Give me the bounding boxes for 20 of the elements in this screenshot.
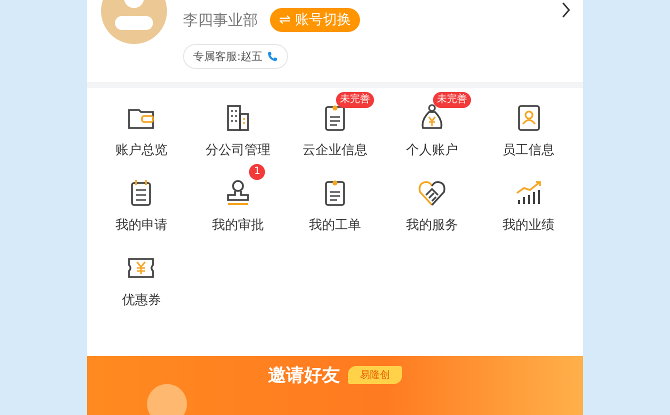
menu-item[interactable]: 分公司管理	[190, 88, 287, 159]
phone-icon	[266, 51, 278, 62]
menu-item[interactable]: 我的工单	[286, 163, 384, 234]
menu-item[interactable]: 未完善 个人账户	[383, 88, 480, 159]
status-badge: 未完善	[432, 92, 471, 108]
menu-item[interactable]: 员工信息	[480, 88, 577, 159]
menu-item[interactable]: 优惠券	[93, 238, 190, 309]
status-badge: 未完善	[336, 92, 374, 108]
menu-item[interactable]: 我的申请	[93, 163, 190, 234]
banner-title: 邀请好友	[268, 364, 340, 387]
chevron-right-icon[interactable]	[561, 2, 571, 18]
menu-item[interactable]: 账户总览	[93, 88, 190, 159]
customer-service-pill[interactable]: 专属客服:赵五	[183, 44, 288, 69]
menu-item[interactable]: 1 我的审批	[190, 163, 287, 234]
banner-tag: 易隆创	[348, 366, 402, 384]
menu-item[interactable]: 我的服务	[383, 163, 480, 234]
menu-item[interactable]: 我的业绩	[480, 163, 577, 234]
department-name: 李四事业部	[183, 10, 258, 30]
menu-item[interactable]: 未完善 云企业信息	[286, 88, 384, 159]
status-badge: 1	[249, 164, 266, 180]
